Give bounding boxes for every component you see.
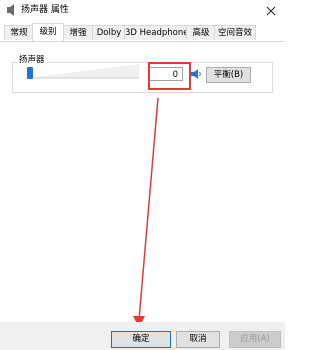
tab-strip: 常规 级别 增强 Dolby 3D Headphone 高级 空间音效 (0, 23, 285, 42)
tab-levels[interactable]: 级别 (32, 23, 64, 41)
speaker-icon[interactable] (191, 69, 202, 79)
volume-value-field[interactable]: 0 (149, 67, 183, 81)
ok-button[interactable]: 确定 (111, 331, 171, 348)
title-bar: 扬声器 属性 (0, 0, 285, 22)
close-icon (266, 6, 276, 16)
tab-dolby[interactable]: Dolby (92, 25, 126, 40)
apply-button[interactable]: 应用(A) (229, 331, 281, 348)
volume-slider-track[interactable] (29, 64, 139, 79)
window-title: 扬声器 属性 (21, 5, 69, 15)
tab-advanced[interactable]: 高级 (186, 25, 216, 40)
tab-general[interactable]: 常规 (4, 25, 34, 40)
tab-3d-headphone[interactable]: 3D Headphone (124, 25, 188, 40)
cancel-button[interactable]: 取消 (176, 331, 220, 348)
volume-slider-thumb[interactable] (27, 67, 33, 79)
speaker-icon (5, 4, 17, 16)
tab-enhancements[interactable]: 增强 (62, 25, 94, 40)
tab-spatial-sound[interactable]: 空间音效 (214, 25, 256, 40)
balance-button[interactable]: 平衡(B) (206, 67, 251, 83)
close-button[interactable] (257, 0, 285, 22)
